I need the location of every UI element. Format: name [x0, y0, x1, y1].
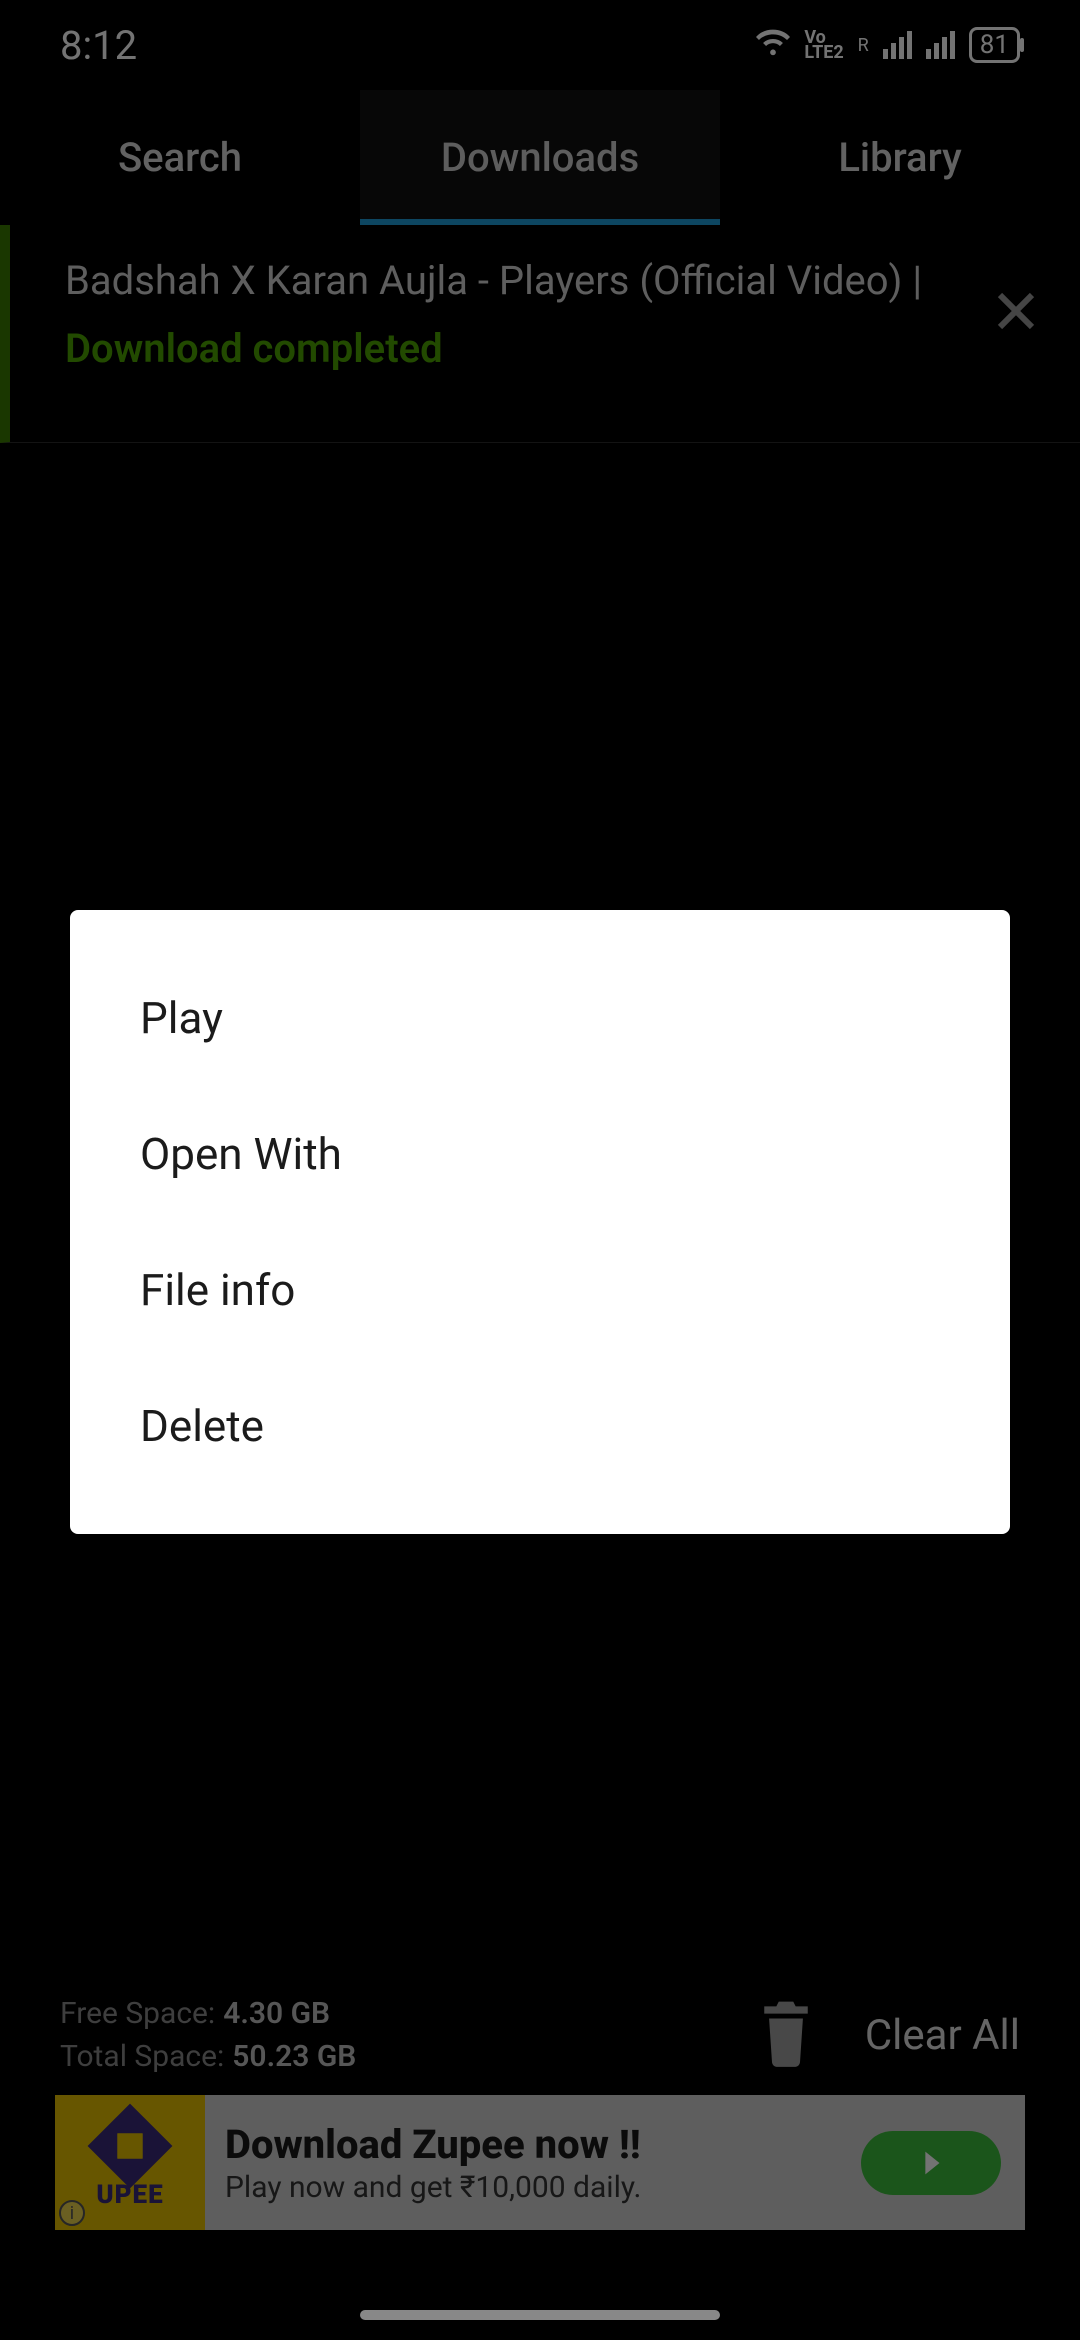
menu-file-info[interactable]: File info: [70, 1222, 1010, 1358]
menu-play[interactable]: Play: [70, 950, 1010, 1086]
menu-delete[interactable]: Delete: [70, 1358, 1010, 1494]
context-menu: Play Open With File info Delete: [70, 910, 1010, 1534]
gesture-bar[interactable]: [360, 2310, 720, 2320]
menu-open-with[interactable]: Open With: [70, 1086, 1010, 1222]
